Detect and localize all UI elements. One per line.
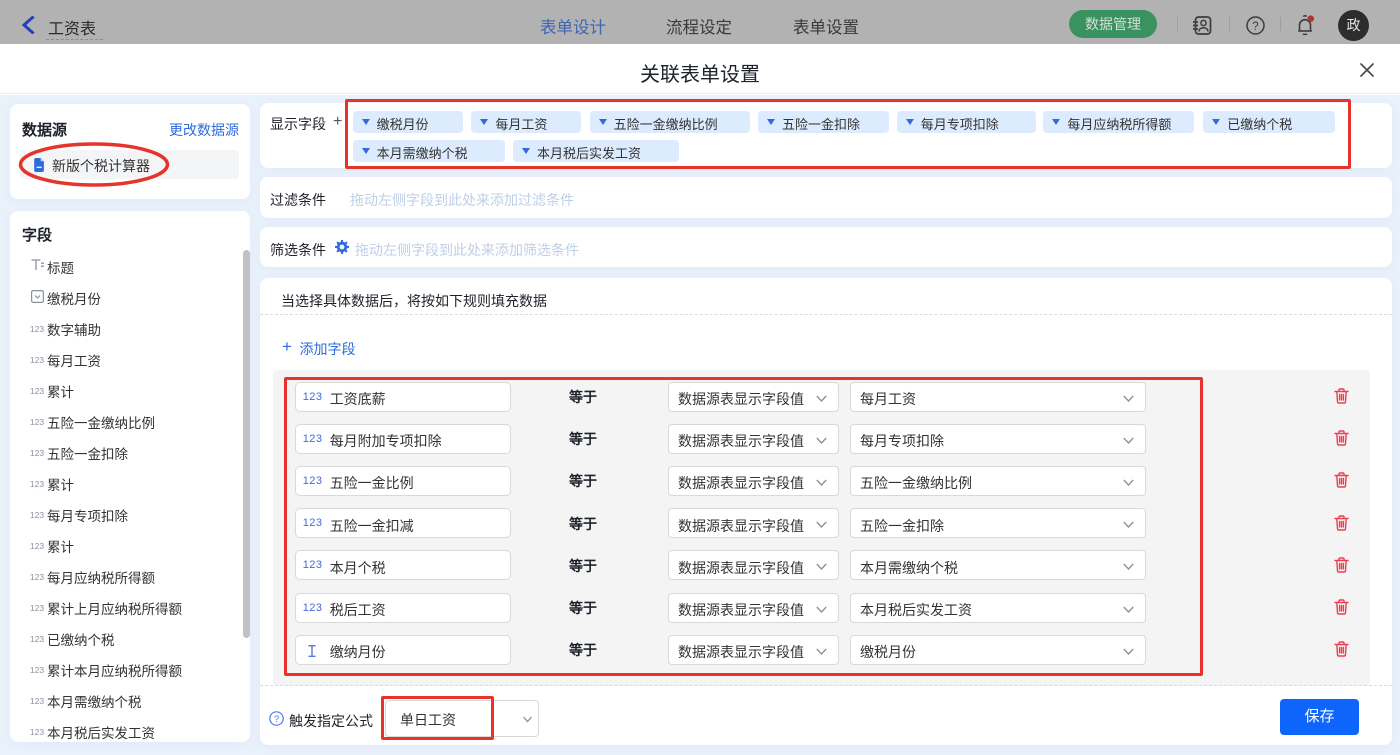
svg-text:?: ?	[274, 714, 279, 725]
svg-text:?: ?	[1252, 20, 1258, 32]
